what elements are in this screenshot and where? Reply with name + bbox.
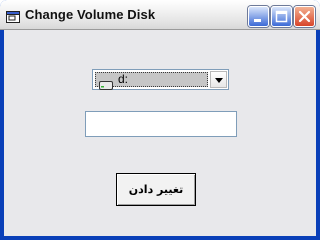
app-window: Change Volume Disk d: تغيير دادن: [0, 0, 320, 240]
minimize-button[interactable]: [248, 6, 269, 27]
volume-label-input[interactable]: [85, 111, 237, 137]
title-bar[interactable]: Change Volume Disk: [0, 0, 320, 30]
drive-combo-dropdown-button[interactable]: [210, 71, 227, 88]
window-frame-bottom: [0, 236, 320, 240]
window-frame-right: [316, 30, 320, 240]
close-icon: [298, 10, 311, 23]
drive-combo-value: d:: [118, 72, 129, 86]
minimize-icon: [254, 19, 261, 22]
window-title: Change Volume Disk: [25, 7, 156, 22]
maximize-button[interactable]: [271, 6, 292, 27]
drive-combo[interactable]: d:: [92, 69, 229, 90]
maximize-icon: [275, 10, 288, 23]
drive-combo-selection[interactable]: d:: [95, 72, 208, 90]
drive-icon: [99, 75, 113, 90]
close-button[interactable]: [294, 6, 315, 27]
change-button[interactable]: تغيير دادن: [116, 173, 196, 206]
chevron-down-icon: [215, 78, 223, 83]
app-window-icon[interactable]: [6, 8, 20, 23]
